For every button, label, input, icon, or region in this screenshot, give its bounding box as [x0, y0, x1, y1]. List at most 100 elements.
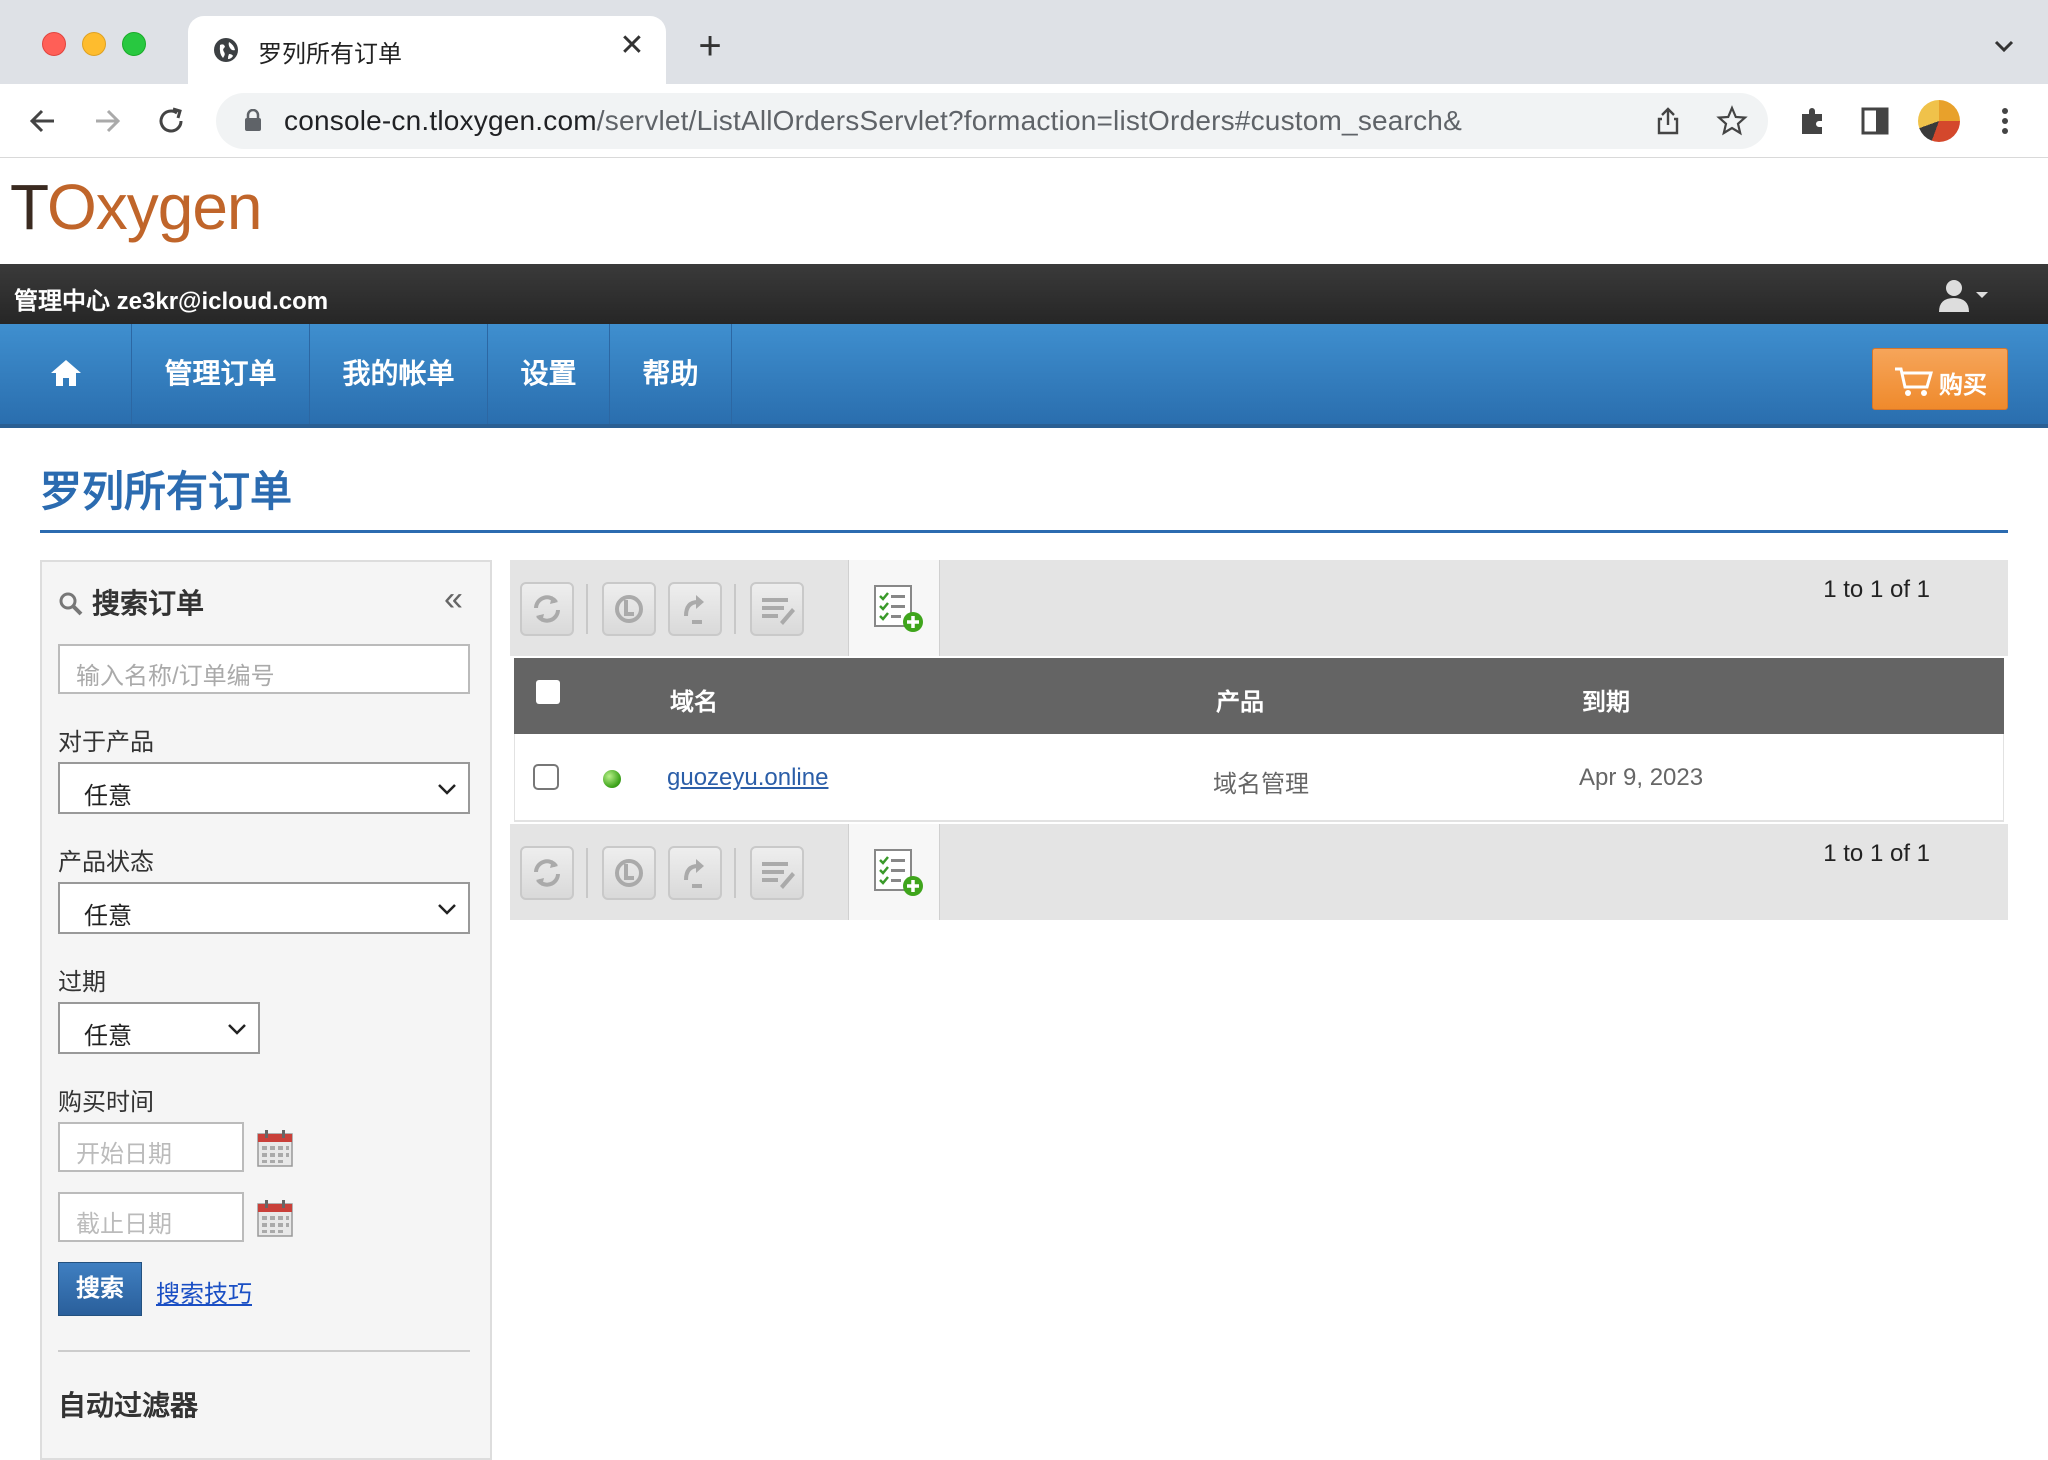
chevron-down-icon: [438, 784, 456, 795]
bookmark-star-icon[interactable]: [1716, 105, 1748, 137]
start-date-input[interactable]: 开始日期: [58, 1122, 244, 1172]
lock-icon[interactable]: [244, 109, 262, 131]
toolbar-separator: [586, 848, 588, 898]
status-active-icon: [603, 770, 621, 788]
search-button[interactable]: 搜索: [58, 1262, 142, 1316]
select-all-checkbox[interactable]: [536, 680, 560, 704]
toolbar-separator: [586, 584, 588, 634]
toolbar-separator: [734, 848, 736, 898]
edit-list-icon: [762, 862, 795, 889]
sidebar-divider: [58, 1350, 470, 1352]
chevron-down-icon: [228, 1024, 246, 1035]
window-close-button[interactable]: [42, 32, 66, 56]
search-input[interactable]: 输入名称/订单编号: [58, 644, 470, 694]
toolbar-separator: [734, 584, 736, 634]
browser-tab-active[interactable]: 罗列所有订单 ✕: [188, 16, 666, 84]
pagination-info: 1 to 1 of 1: [1823, 840, 1930, 867]
buy-button[interactable]: 购买: [1872, 348, 2008, 410]
address-bar[interactable]: console-cn.tloxygen.com/servlet/ListAllO…: [216, 93, 1768, 149]
nav-home[interactable]: [0, 324, 132, 424]
user-menu-icon[interactable]: [1936, 278, 1992, 312]
end-date-input[interactable]: 截止日期: [58, 1192, 244, 1242]
status-label: 产品状态: [58, 849, 154, 876]
nav-manage-orders[interactable]: 管理订单: [132, 324, 310, 424]
refresh-button[interactable]: [520, 846, 574, 900]
auto-filter-heading: 自动过滤器: [58, 1390, 199, 1421]
chevron-down-icon[interactable]: [1990, 34, 2018, 58]
profile-avatar[interactable]: [1918, 100, 1960, 142]
search-sidebar: 搜索订单 « 输入名称/订单编号 对于产品 任意 产品状态 任意 过期 任意 购…: [40, 560, 492, 1460]
transfer-button[interactable]: [668, 582, 722, 636]
table-header: 域名 产品 到期: [514, 658, 2004, 734]
table-toolbar-bottom: 1 to 1 of 1: [510, 824, 2008, 920]
renew-button[interactable]: [602, 846, 656, 900]
column-header-domain[interactable]: 域名: [670, 682, 718, 717]
edit-button[interactable]: [750, 846, 804, 900]
share-icon[interactable]: [1652, 105, 1684, 137]
tab-close-icon[interactable]: ✕: [616, 30, 648, 62]
forward-arrow-icon[interactable]: [88, 102, 126, 140]
browser-toolbar: console-cn.tloxygen.com/servlet/ListAllO…: [0, 84, 2048, 158]
globe-icon: [214, 38, 238, 62]
browser-tabstrip: 罗列所有订单 ✕ +: [0, 0, 2048, 84]
title-divider: [40, 530, 2008, 533]
sidebar-heading: 搜索订单: [58, 582, 204, 622]
extensions-puzzle-icon[interactable]: [1794, 102, 1832, 140]
tab-title: 罗列所有订单: [258, 41, 402, 68]
collapse-sidebar-icon[interactable]: «: [444, 580, 463, 619]
account-bar: 管理中心 ze3kr@icloud.com: [0, 264, 2048, 324]
refresh-icon: [534, 595, 560, 623]
back-arrow-icon[interactable]: [24, 102, 62, 140]
table-row: guozeyu.online 域名管理 Apr 9, 2023: [514, 734, 2004, 822]
calendar-icon[interactable]: [256, 1198, 294, 1238]
status-select[interactable]: 任意: [58, 882, 470, 934]
add-list-icon: [874, 849, 923, 896]
product-cell: 域名管理: [1213, 771, 1309, 798]
pagination-info: 1 to 1 of 1: [1823, 576, 1930, 603]
page-title: 罗列所有订单: [40, 468, 293, 515]
edit-button[interactable]: [750, 582, 804, 636]
column-header-product[interactable]: 产品: [1216, 682, 1264, 717]
table-toolbar-top: 1 to 1 of 1: [510, 560, 2008, 656]
expiry-label: 过期: [58, 969, 106, 996]
site-logo[interactable]: TOxygen: [10, 170, 280, 246]
expiry-cell: Apr 9, 2023: [1579, 764, 1704, 791]
transfer-icon: [684, 595, 704, 624]
transfer-icon: [684, 859, 704, 888]
add-order-button[interactable]: [848, 824, 940, 920]
nav-help[interactable]: 帮助: [610, 324, 732, 424]
refresh-button[interactable]: [520, 582, 574, 636]
side-panel-icon[interactable]: [1856, 102, 1894, 140]
search-icon: [59, 592, 83, 616]
add-list-icon: [874, 585, 923, 632]
column-header-expiry[interactable]: 到期: [1582, 682, 1630, 717]
renew-icon: [615, 595, 643, 623]
nav-my-billing[interactable]: 我的帐单: [310, 324, 488, 424]
window-minimize-button[interactable]: [82, 32, 106, 56]
new-tab-button[interactable]: +: [692, 26, 728, 66]
shopping-cart-icon: [1895, 367, 1933, 396]
product-select[interactable]: 任意: [58, 762, 470, 814]
refresh-icon: [534, 859, 560, 887]
url-text: console-cn.tloxygen.com/servlet/ListAllO…: [284, 105, 1462, 136]
renew-icon: [615, 859, 643, 887]
row-checkbox[interactable]: [533, 764, 559, 790]
transfer-button[interactable]: [668, 846, 722, 900]
edit-list-icon: [762, 598, 795, 625]
more-menu-icon[interactable]: [1986, 102, 2024, 140]
search-tips-link[interactable]: 搜索技巧: [156, 1274, 252, 1309]
calendar-icon[interactable]: [256, 1128, 294, 1168]
renew-button[interactable]: [602, 582, 656, 636]
expiry-select[interactable]: 任意: [58, 1002, 260, 1054]
purchase-time-label: 购买时间: [58, 1089, 154, 1116]
main-nav: 管理订单 我的帐单 设置 帮助 购买: [0, 324, 2048, 428]
nav-settings[interactable]: 设置: [488, 324, 610, 424]
buy-label: 购买: [1939, 372, 1987, 399]
account-label: 管理中心 ze3kr@icloud.com: [14, 288, 329, 315]
domain-link[interactable]: guozeyu.online: [667, 764, 828, 792]
add-order-button[interactable]: [848, 560, 940, 656]
reload-icon[interactable]: [152, 102, 190, 140]
chevron-down-icon: [438, 904, 456, 915]
product-label: 对于产品: [58, 729, 154, 756]
window-maximize-button[interactable]: [122, 32, 146, 56]
